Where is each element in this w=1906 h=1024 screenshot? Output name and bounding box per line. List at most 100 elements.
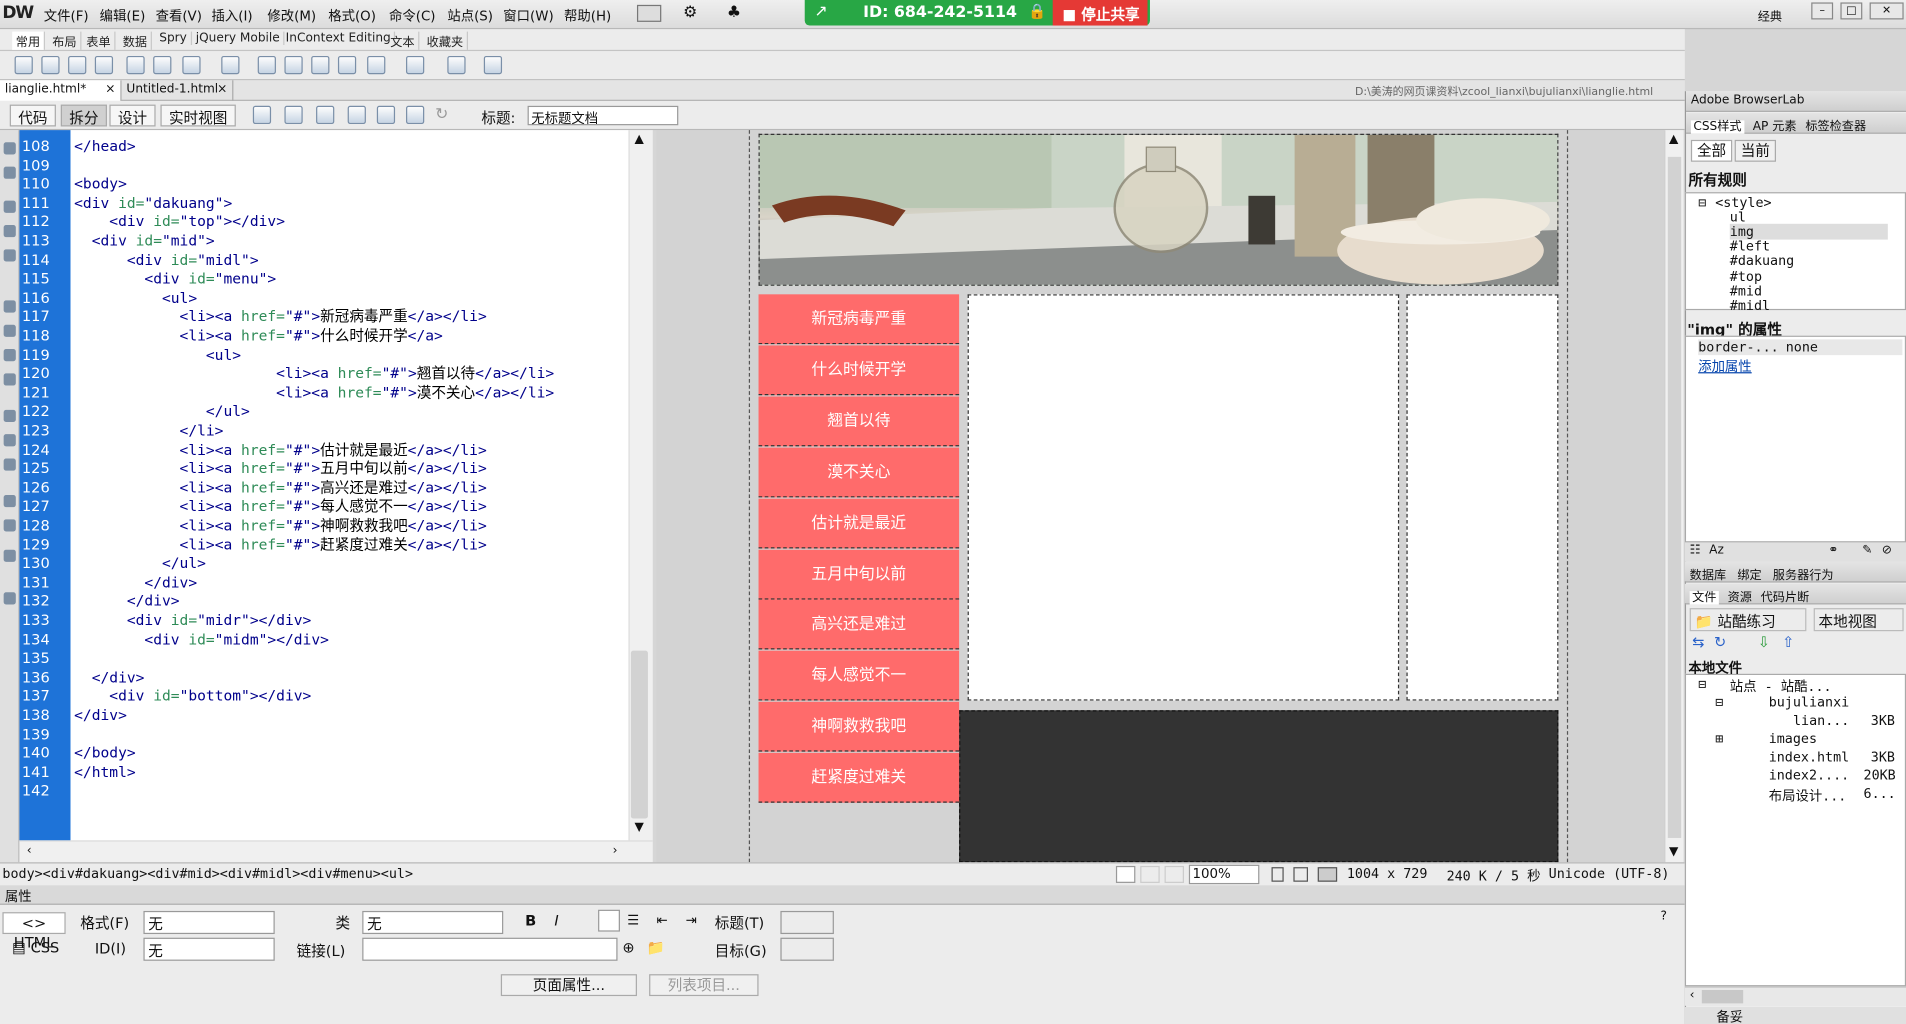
line-number[interactable]: 130 — [19, 555, 68, 574]
line-number[interactable]: 133 — [19, 612, 68, 631]
link-input[interactable] — [362, 937, 618, 961]
list-item-button[interactable]: 列表项目... — [649, 974, 759, 997]
outdent-icon[interactable] — [3, 519, 16, 532]
live-view-button[interactable]: 实时视图 — [160, 104, 236, 127]
link-stylesheet-icon[interactable]: ⚭ — [1828, 544, 1838, 557]
code-line[interactable]: </div> — [74, 669, 145, 688]
menu-link-item[interactable]: 神啊救救我吧 — [758, 701, 960, 752]
line-number[interactable]: 131 — [19, 574, 68, 593]
head-icon[interactable] — [367, 55, 386, 75]
title-prop-input[interactable] — [780, 910, 834, 935]
collapse-icon[interactable]: ⊟ — [1698, 195, 1706, 211]
scroll-up-icon[interactable]: ▲ — [1669, 133, 1678, 146]
tab-favorites[interactable]: 收藏夹 — [423, 31, 469, 50]
visual-aids-icon[interactable] — [406, 105, 425, 125]
line-number[interactable]: 122 — [19, 403, 68, 422]
code-line[interactable]: </html> — [74, 764, 136, 783]
code-line[interactable]: </li> — [74, 422, 224, 441]
code-line[interactable]: <li><a href="#">高兴还是难过</a></li> — [74, 479, 487, 498]
category-view-icon[interactable]: ☷ — [1690, 544, 1701, 557]
class-select[interactable]: 无 — [362, 910, 504, 935]
code-line[interactable]: <li><a href="#">漠不关心</a></li> — [74, 384, 554, 403]
w3c-icon[interactable] — [347, 105, 366, 125]
menu-link-item[interactable]: 每人感觉不一 — [758, 651, 960, 701]
code-line[interactable]: <div id="midl"> — [74, 251, 259, 270]
line-number[interactable]: 141 — [19, 764, 68, 783]
anchor-icon[interactable] — [68, 55, 87, 75]
code-line[interactable]: <li><a href="#">神啊救救我吧</a></li> — [74, 517, 487, 536]
target-select[interactable] — [780, 937, 834, 961]
code-line[interactable]: </ul> — [74, 555, 206, 574]
page-properties-button[interactable]: 页面属性... — [500, 974, 637, 997]
tab-tag-inspector[interactable]: 标签检查器 — [1805, 120, 1866, 133]
line-number[interactable]: 118 — [19, 327, 68, 346]
tab-database[interactable]: 数据库 — [1690, 569, 1726, 582]
line-number[interactable]: 111 — [19, 194, 68, 213]
point-to-file-icon[interactable]: ⊕ — [622, 939, 634, 956]
code-line[interactable]: <div id="menu"> — [74, 270, 276, 289]
prop-value[interactable]: none — [1786, 339, 1818, 355]
tab-incontext[interactable]: InContext Editing — [282, 31, 396, 45]
indent-icon[interactable]: ⇥ — [686, 912, 697, 928]
split-view-button[interactable]: 拆分 — [60, 104, 107, 127]
menu-link-item[interactable]: 翘首以待 — [758, 396, 960, 447]
line-number[interactable]: 113 — [19, 232, 68, 251]
line-number[interactable]: 121 — [19, 384, 68, 403]
connect-icon[interactable]: ⇆ — [1692, 634, 1704, 651]
code-horizontal-scrollbar[interactable]: ‹ › — [19, 840, 653, 863]
scroll-right-icon[interactable]: › — [613, 844, 618, 857]
scroll-left-icon[interactable]: ‹ — [27, 844, 32, 857]
line-number[interactable]: 134 — [19, 631, 68, 650]
collapse-selection-icon[interactable] — [3, 200, 16, 213]
menu-link-item[interactable]: 漠不关心 — [758, 447, 960, 498]
folder-icon[interactable]: 📁 — [647, 939, 665, 956]
rule-ul[interactable]: ul — [1730, 209, 1746, 225]
delete-rule-icon[interactable]: ⊘ — [1882, 544, 1892, 557]
tree-toggle-icon[interactable]: ⊟ — [1715, 694, 1723, 710]
script-icon[interactable] — [406, 55, 425, 75]
workspace-mode[interactable]: 经典 — [1758, 6, 1782, 24]
line-number[interactable]: 109 — [19, 156, 68, 175]
alpha-view-icon[interactable]: Az — [1709, 544, 1724, 557]
tab-lianglie[interactable]: lianglie.html* × — [0, 80, 122, 101]
tab-common[interactable]: 常用 — [12, 31, 45, 50]
close-icon[interactable]: × — [217, 83, 227, 96]
maximize-button[interactable]: □ — [1840, 2, 1863, 20]
tab-ap-elements[interactable]: AP 元素 — [1753, 120, 1797, 133]
help-icon[interactable]: ? — [1661, 910, 1667, 923]
code-line[interactable]: </div> — [74, 574, 197, 593]
tag-chooser-icon[interactable] — [483, 55, 503, 75]
site-select[interactable]: 📁 站酷练习 — [1689, 608, 1807, 632]
tab-assets[interactable]: 资源 — [1728, 591, 1752, 604]
bold-button[interactable]: B — [525, 912, 536, 929]
open-documents-icon[interactable] — [3, 142, 16, 155]
tab-form[interactable]: 表单 — [83, 31, 116, 50]
table-icon[interactable] — [126, 55, 145, 75]
hr-icon[interactable] — [94, 55, 114, 75]
server-include-icon[interactable] — [311, 55, 330, 75]
line-number[interactable]: 140 — [19, 745, 68, 764]
line-number[interactable]: 116 — [19, 289, 68, 308]
comment-icon[interactable] — [337, 55, 357, 75]
browserlab-header[interactable]: Adobe BrowserLab — [1686, 91, 1906, 112]
menu-link-item[interactable]: 高兴还是难过 — [758, 600, 960, 650]
line-number[interactable]: 110 — [19, 175, 68, 194]
tab-css-styles[interactable]: CSS样式 — [1690, 120, 1745, 134]
check-browser-icon[interactable] — [376, 105, 396, 125]
word-wrap-icon[interactable] — [3, 373, 16, 386]
rule-style[interactable]: <style> — [1715, 195, 1771, 211]
expand-all-icon[interactable] — [3, 224, 16, 238]
format-select[interactable]: 无 — [143, 910, 275, 935]
code-line[interactable]: <div id="top"></div> — [74, 213, 285, 232]
file-folder-images[interactable]: images — [1769, 731, 1817, 747]
menu-link-item[interactable]: 五月中旬以前 — [758, 549, 960, 599]
files-hscroll[interactable]: ‹ — [1684, 986, 1906, 1006]
line-number[interactable]: 128 — [19, 517, 68, 536]
minimize-button[interactable]: – — [1811, 2, 1834, 20]
code-line[interactable]: <div id="bottom"></div> — [74, 688, 311, 707]
uncomment-icon[interactable] — [3, 434, 16, 447]
code-line[interactable]: </div> — [74, 593, 180, 612]
code-line[interactable]: <div id="midr"></div> — [74, 612, 311, 631]
collapse-tag-icon[interactable] — [3, 166, 16, 179]
wrap-tag-icon[interactable] — [3, 458, 16, 471]
